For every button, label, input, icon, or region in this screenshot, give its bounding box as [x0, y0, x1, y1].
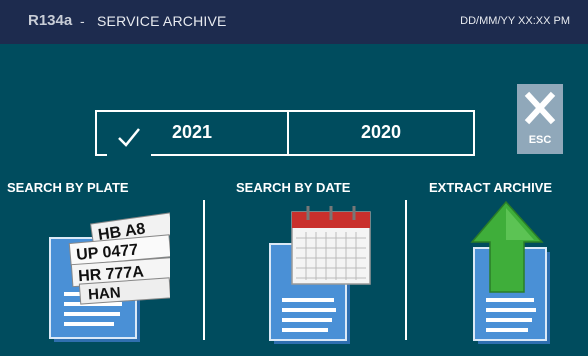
esc-label: ESC	[528, 134, 552, 146]
year-option-2020[interactable]: 2020	[289, 112, 473, 154]
search-by-plate-button[interactable]: HB A8 UP 0477 HR 777A HAN	[40, 200, 174, 345]
plate-text: HAN	[88, 284, 122, 303]
column-divider	[203, 200, 205, 340]
extract-archive-button[interactable]	[466, 200, 566, 345]
year-label: 2020	[360, 122, 402, 142]
refrigerant-model: R134a	[28, 12, 73, 29]
header-bar: R134a - SERVICE ARCHIVE DD/MM/YY XX:XX P…	[0, 0, 588, 44]
license-plates-document-icon: HB A8 UP 0477 HR 777A HAN	[49, 212, 174, 342]
header-separator: -	[80, 13, 85, 29]
calendar-document-icon	[269, 206, 371, 344]
year-option-2021[interactable]: 2021	[97, 112, 287, 160]
service-archive-screen: R134a - SERVICE ARCHIVE DD/MM/YY XX:XX P…	[0, 0, 588, 356]
column-divider	[405, 200, 407, 340]
year-label: 2021	[172, 122, 213, 142]
export-arrow-document-icon	[470, 200, 550, 344]
esc-button[interactable]: ESC	[517, 84, 563, 154]
page-title: SERVICE ARCHIVE	[97, 13, 227, 29]
search-by-plate-label: SEARCH BY PLATE	[7, 180, 129, 195]
selected-check-cell	[107, 112, 151, 160]
date-time-display: DD/MM/YY XX:XX PM	[460, 15, 570, 27]
extract-archive-label: EXTRACT ARCHIVE	[429, 180, 553, 195]
search-by-date-button[interactable]	[262, 200, 382, 345]
check-icon	[118, 128, 140, 147]
year-selector: 2021 2020	[95, 110, 475, 160]
close-icon	[524, 91, 556, 125]
search-by-date-label: SEARCH BY DATE	[236, 180, 351, 195]
